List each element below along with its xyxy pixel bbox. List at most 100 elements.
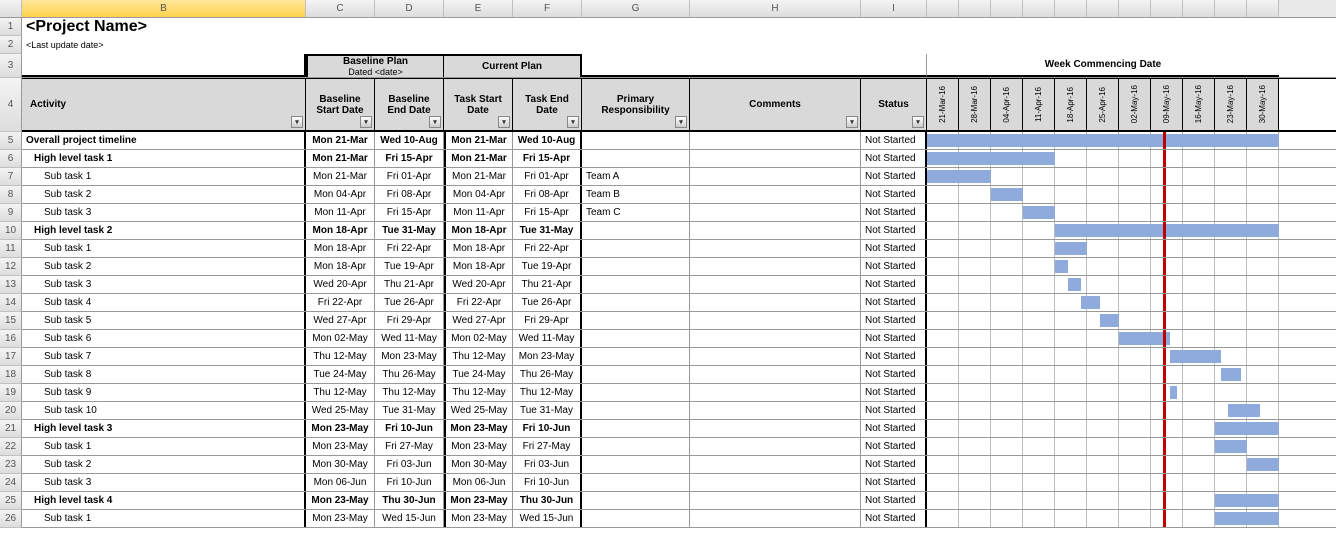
- task-end-cell[interactable]: Tue 31-May: [513, 402, 582, 419]
- filter-icon[interactable]: [291, 116, 303, 128]
- column-header-week[interactable]: [991, 0, 1023, 17]
- gantt-cell[interactable]: [1215, 330, 1247, 347]
- task-end-cell[interactable]: Fri 10-Jun: [513, 474, 582, 491]
- gantt-cell[interactable]: [1151, 168, 1183, 185]
- gantt-cell[interactable]: [991, 474, 1023, 491]
- filter-icon[interactable]: [675, 116, 687, 128]
- task-start-cell[interactable]: Thu 12-May: [444, 384, 513, 401]
- column-header-week[interactable]: [1055, 0, 1087, 17]
- gantt-cell[interactable]: [959, 222, 991, 239]
- baseline-end-cell[interactable]: Tue 31-May: [375, 402, 444, 419]
- task-start-cell[interactable]: Mon 18-Apr: [444, 240, 513, 257]
- gantt-cell[interactable]: [1215, 456, 1247, 473]
- task-start-cell[interactable]: Mon 21-Mar: [444, 168, 513, 185]
- activity-cell[interactable]: High level task 1: [22, 150, 306, 167]
- primary-header[interactable]: Primary Responsibility: [582, 79, 690, 130]
- comments-cell[interactable]: [690, 132, 861, 149]
- activity-cell[interactable]: Sub task 2: [22, 456, 306, 473]
- gantt-cell[interactable]: [1151, 366, 1183, 383]
- comments-cell[interactable]: [690, 420, 861, 437]
- task-start-cell[interactable]: Tue 24-May: [444, 366, 513, 383]
- activity-cell[interactable]: Sub task 6: [22, 330, 306, 347]
- row-header[interactable]: 13: [0, 276, 22, 294]
- empty-cell[interactable]: [22, 54, 306, 77]
- gantt-cell[interactable]: [991, 294, 1023, 311]
- gantt-cell[interactable]: [1183, 420, 1215, 437]
- primary-cell[interactable]: [582, 474, 690, 491]
- column-header[interactable]: I: [861, 0, 927, 17]
- column-header-week[interactable]: [1151, 0, 1183, 17]
- gantt-cell[interactable]: [1247, 474, 1279, 491]
- column-header[interactable]: C: [306, 0, 375, 17]
- gantt-cell[interactable]: [1183, 186, 1215, 203]
- row-header[interactable]: 18: [0, 366, 22, 384]
- gantt-cell[interactable]: [991, 402, 1023, 419]
- primary-cell[interactable]: [582, 240, 690, 257]
- gantt-cell[interactable]: [1087, 168, 1119, 185]
- task-end-cell[interactable]: Thu 26-May: [513, 366, 582, 383]
- column-header[interactable]: H: [690, 0, 861, 17]
- comments-cell[interactable]: [690, 438, 861, 455]
- row-header[interactable]: 10: [0, 222, 22, 240]
- baseline-start-cell[interactable]: Mon 18-Apr: [306, 240, 375, 257]
- gantt-cell[interactable]: [959, 384, 991, 401]
- gantt-cell[interactable]: [1087, 276, 1119, 293]
- activity-cell[interactable]: Sub task 1: [22, 168, 306, 185]
- activity-cell[interactable]: Sub task 1: [22, 438, 306, 455]
- row-header[interactable]: 12: [0, 258, 22, 276]
- gantt-cell[interactable]: [1183, 276, 1215, 293]
- gantt-cell[interactable]: [1023, 168, 1055, 185]
- task-start-header[interactable]: Task Start Date: [444, 79, 513, 130]
- gantt-cell[interactable]: [1119, 438, 1151, 455]
- primary-cell[interactable]: [582, 438, 690, 455]
- gantt-cell[interactable]: [1151, 186, 1183, 203]
- task-end-cell[interactable]: Thu 21-Apr: [513, 276, 582, 293]
- gantt-cell[interactable]: [991, 222, 1023, 239]
- gantt-cell[interactable]: [1215, 294, 1247, 311]
- gantt-cell[interactable]: [1151, 438, 1183, 455]
- baseline-start-cell[interactable]: Mon 21-Mar: [306, 150, 375, 167]
- gantt-cell[interactable]: [991, 366, 1023, 383]
- task-end-cell[interactable]: Fri 10-Jun: [513, 420, 582, 437]
- primary-cell[interactable]: [582, 402, 690, 419]
- task-end-cell[interactable]: Fri 03-Jun: [513, 456, 582, 473]
- activity-cell[interactable]: Sub task 7: [22, 348, 306, 365]
- gantt-cell[interactable]: [1119, 510, 1151, 527]
- gantt-cell[interactable]: [1151, 276, 1183, 293]
- gantt-cell[interactable]: [1151, 312, 1183, 329]
- gantt-cell[interactable]: [1023, 438, 1055, 455]
- baseline-end-cell[interactable]: Mon 23-May: [375, 348, 444, 365]
- column-header[interactable]: E: [444, 0, 513, 17]
- gantt-cell[interactable]: [959, 510, 991, 527]
- baseline-start-cell[interactable]: Wed 20-Apr: [306, 276, 375, 293]
- status-cell[interactable]: Not Started: [861, 330, 927, 347]
- gantt-cell[interactable]: [1055, 330, 1087, 347]
- gantt-cell[interactable]: [927, 510, 959, 527]
- gantt-cell[interactable]: [991, 420, 1023, 437]
- task-start-cell[interactable]: Mon 11-Apr: [444, 204, 513, 221]
- gantt-cell[interactable]: [1247, 240, 1279, 257]
- gantt-cell[interactable]: [991, 492, 1023, 509]
- gantt-cell[interactable]: [1119, 366, 1151, 383]
- gantt-cell[interactable]: [927, 438, 959, 455]
- gantt-cell[interactable]: [1151, 294, 1183, 311]
- comments-cell[interactable]: [690, 294, 861, 311]
- gantt-cell[interactable]: [927, 294, 959, 311]
- gantt-cell[interactable]: [1023, 492, 1055, 509]
- comments-cell[interactable]: [690, 366, 861, 383]
- gantt-cell[interactable]: [991, 312, 1023, 329]
- gantt-cell[interactable]: [1023, 312, 1055, 329]
- column-header[interactable]: G: [582, 0, 690, 17]
- gantt-cell[interactable]: [959, 348, 991, 365]
- gantt-cell[interactable]: [1055, 510, 1087, 527]
- status-cell[interactable]: Not Started: [861, 510, 927, 527]
- primary-cell[interactable]: [582, 150, 690, 167]
- status-cell[interactable]: Not Started: [861, 240, 927, 257]
- row-header[interactable]: 21: [0, 420, 22, 438]
- baseline-end-cell[interactable]: Fri 29-Apr: [375, 312, 444, 329]
- filter-icon[interactable]: [498, 116, 510, 128]
- gantt-cell[interactable]: [927, 492, 959, 509]
- baseline-start-cell[interactable]: Mon 06-Jun: [306, 474, 375, 491]
- gantt-cell[interactable]: [1023, 474, 1055, 491]
- gantt-cell[interactable]: [959, 204, 991, 221]
